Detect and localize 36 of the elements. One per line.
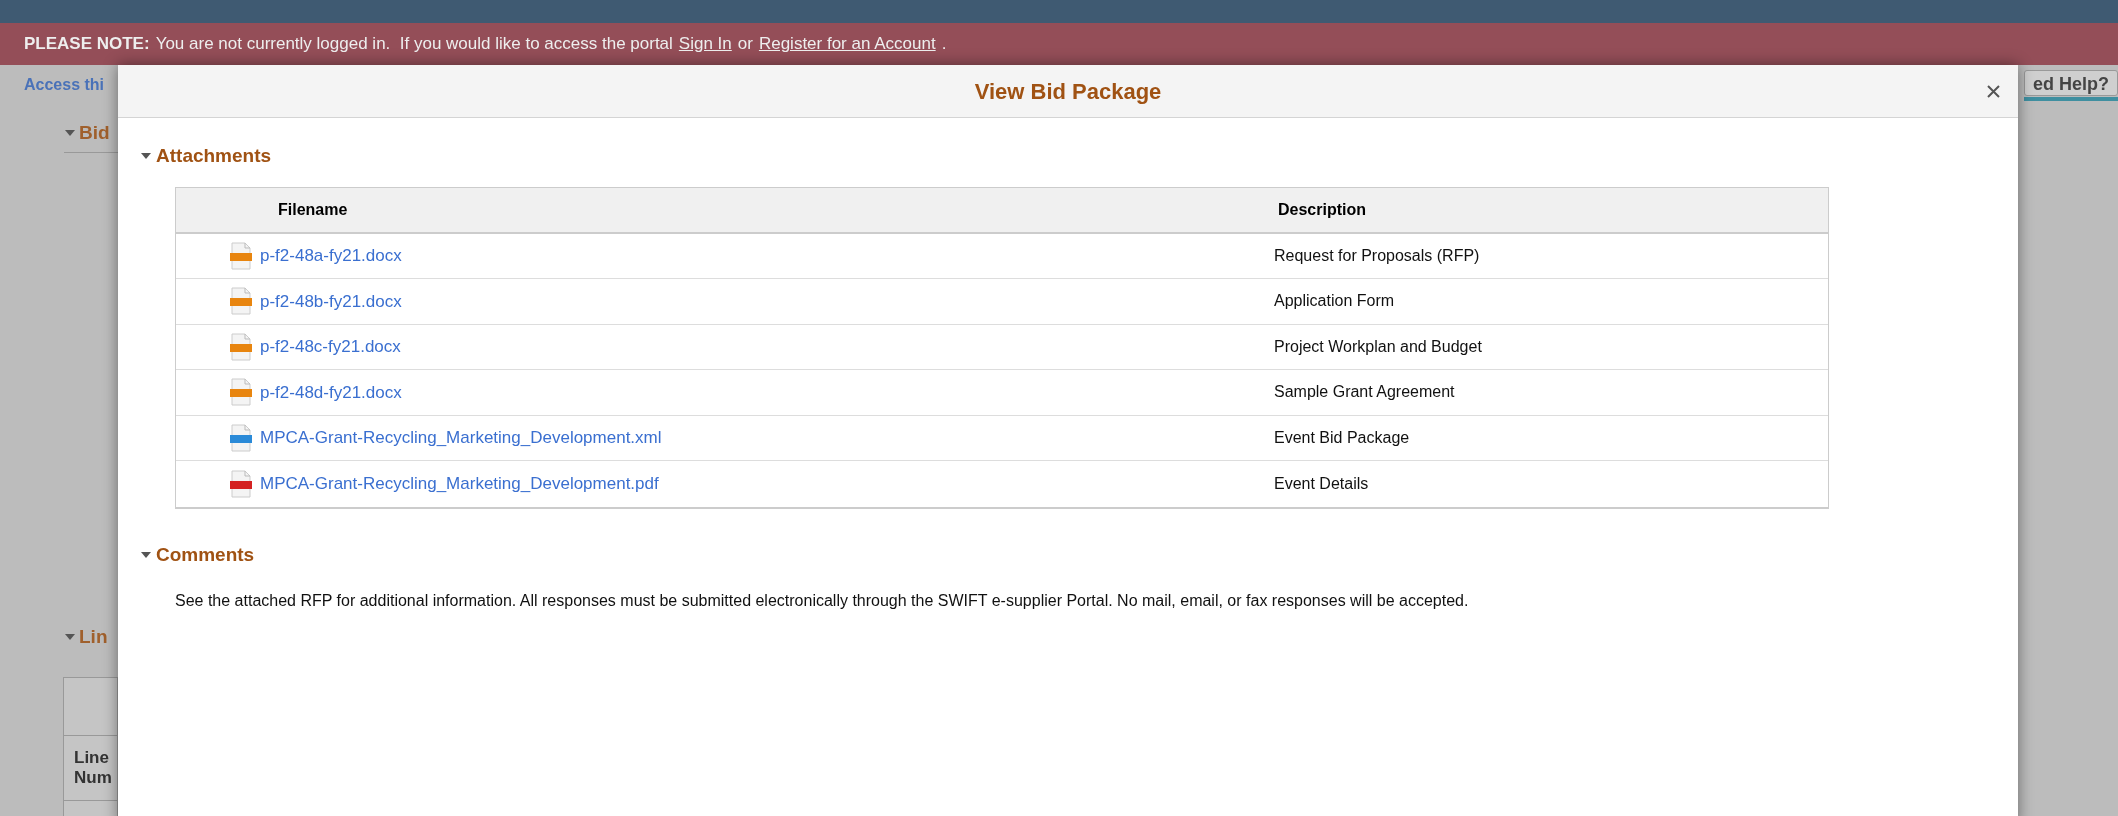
file-link[interactable]: MPCA-Grant-Recycling_Marketing_Development.pdf [260,471,659,497]
description-cell-text: Event Details [1274,473,1369,494]
html-file-icon [230,423,252,452]
comments-text: See the attached RFP for additional information. All responses must be submitted electronically through the SWIFT e-supplier Portal. No mail, email, or fax responses will be accepted. [175,591,1470,611]
section-title: Attachments [156,144,272,168]
document-file-icon [230,287,252,316]
access-link[interactable]: Access thi [0,65,118,97]
section-title: Lin [79,624,108,649]
description-cell-text: Project Workplan and Budget [1274,336,1482,357]
notice-text: or [737,33,753,56]
column-header: Line Num [64,736,117,801]
document-file-icon [230,378,252,407]
column-header: Filename [277,199,349,220]
notice-label: PLEASE NOTE: [24,33,150,56]
dialog-title: View Bid Package [974,77,1162,106]
description-cell-text: Request for Proposals (RFP) [1274,245,1480,266]
file-link[interactable]: p-f2-48c-fy21.docx [260,334,401,360]
pdf-file-icon [230,469,252,498]
file-link[interactable]: p-f2-48a-fy21.docx [260,243,402,269]
notice-link[interactable]: Sign In [678,31,732,57]
document-file-icon [230,241,252,270]
notice-link[interactable]: Register for an Account [758,31,936,57]
file-link[interactable]: p-f2-48b-fy21.docx [260,288,402,314]
description-cell-text: Event Bid Package [1274,427,1410,448]
help-button[interactable]: ed Help? [2024,70,2118,96]
section-title: Bid [79,121,110,145]
description-cell-text: Sample Grant Agreement [1274,382,1455,403]
file-link[interactable]: p-f2-48d-fy21.docx [260,379,402,405]
notice-text: You are not currently logged in. If you would like to access the portal [155,33,673,56]
section-title: Comments [156,542,255,567]
column-header: Description [1277,199,1366,220]
document-file-icon [230,332,252,361]
notice-text: . [941,33,947,56]
description-cell-text: Application Form [1274,291,1395,312]
file-link[interactable]: MPCA-Grant-Recycling_Marketing_Development.xml [260,425,662,451]
close-icon[interactable] [1987,84,2000,98]
